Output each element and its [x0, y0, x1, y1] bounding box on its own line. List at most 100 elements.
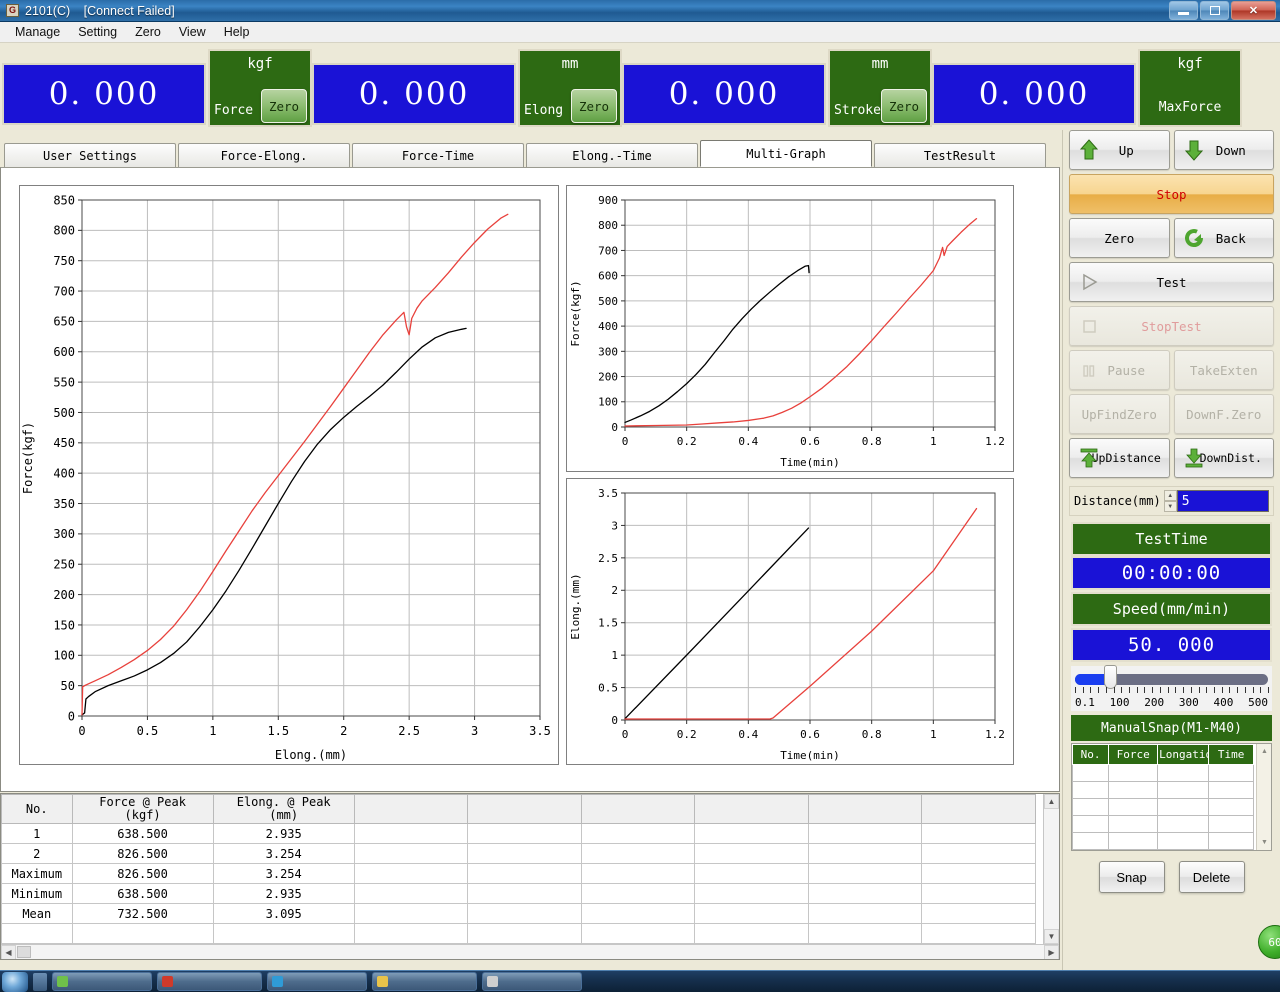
- scroll-up-icon[interactable]: ▲: [1044, 794, 1059, 809]
- speed-slider-thumb[interactable]: [1103, 665, 1117, 689]
- svg-text:3.5: 3.5: [529, 724, 551, 738]
- stepper-down-icon[interactable]: ▼: [1163, 501, 1177, 512]
- results-cell: [353, 823, 469, 844]
- down-distance-button[interactable]: DownDist.: [1173, 438, 1274, 478]
- table-row[interactable]: 1 638.500 2.935: [1, 823, 1036, 844]
- snap-cell: [1108, 815, 1159, 833]
- maximize-button[interactable]: [1200, 1, 1229, 20]
- up-distance-button[interactable]: UpDistance: [1069, 438, 1170, 478]
- slider-label-2: 200: [1144, 696, 1165, 709]
- results-cell: 732.500: [71, 903, 214, 924]
- scroll-thumb[interactable]: [17, 946, 31, 958]
- manual-snap-table: No. Force Longatio Time: [1072, 744, 1254, 850]
- zero-button[interactable]: Zero: [1069, 218, 1170, 258]
- snap-row[interactable]: [1072, 764, 1254, 782]
- pause-bars-icon: [1078, 358, 1100, 382]
- window-title-text: 2101(C): [25, 3, 71, 18]
- tab-elong-time[interactable]: Elong.-Time: [526, 143, 698, 167]
- taskbar-item-2[interactable]: [157, 972, 262, 991]
- snap-row[interactable]: [1072, 832, 1254, 850]
- results-header-cell: Elong. @ Peak (mm): [212, 794, 355, 824]
- maxforce-label: MaxForce: [1158, 100, 1222, 115]
- speed-value: 50. 000: [1071, 628, 1272, 662]
- speed-slider-ticks: [1075, 687, 1269, 695]
- tab-multi-graph[interactable]: Multi-Graph: [700, 140, 872, 167]
- stop-square-icon: [1078, 314, 1100, 338]
- tab-user-settings[interactable]: User Settings: [4, 143, 176, 167]
- menu-manage[interactable]: Manage: [6, 23, 69, 41]
- snap-row[interactable]: [1072, 798, 1254, 816]
- up-button[interactable]: Up: [1069, 130, 1170, 170]
- findzero-row: UpFindZero DownF.Zero: [1069, 394, 1274, 434]
- stroke-zero-button[interactable]: Zero: [881, 89, 927, 123]
- results-table-header-row: No. Force @ Peak (kgf) Elong. @ Peak (mm): [1, 794, 1036, 824]
- svg-text:550: 550: [53, 375, 75, 389]
- table-row[interactable]: Mean 732.500 3.095: [1, 903, 1036, 924]
- take-exten-label: TakeExten: [1189, 362, 1258, 378]
- scroll-left-icon[interactable]: ◀: [1, 945, 16, 959]
- taskbar-item-4[interactable]: [372, 972, 477, 991]
- taskbar-item-5[interactable]: [482, 972, 582, 991]
- snap-button[interactable]: Snap: [1098, 861, 1165, 893]
- tab-force-elong[interactable]: Force-Elong.: [178, 143, 350, 167]
- svg-text:Time(min): Time(min): [780, 749, 840, 762]
- scroll-right-icon[interactable]: ▶: [1044, 945, 1059, 959]
- elong-zero-button[interactable]: Zero: [571, 89, 617, 123]
- svg-text:50: 50: [61, 679, 75, 693]
- menu-setting[interactable]: Setting: [69, 23, 126, 41]
- svg-text:750: 750: [53, 254, 75, 268]
- menu-view[interactable]: View: [170, 23, 215, 41]
- table-row[interactable]: 2 826.500 3.254: [1, 843, 1036, 864]
- distance-input[interactable]: 5: [1176, 490, 1269, 512]
- snap-row[interactable]: [1072, 849, 1254, 850]
- tab-force-time[interactable]: Force-Time: [352, 143, 524, 167]
- manual-snap-title: ManualSnap(M1-M40): [1071, 715, 1272, 741]
- snap-row[interactable]: [1072, 781, 1254, 799]
- stop-button[interactable]: Stop: [1069, 174, 1274, 214]
- menu-help[interactable]: Help: [215, 23, 259, 41]
- snap-cell: [1072, 832, 1110, 850]
- results-cell: [212, 923, 355, 944]
- results-cell: [353, 863, 469, 884]
- test-button[interactable]: Test: [1069, 262, 1274, 302]
- play-triangle-icon: [1078, 270, 1100, 294]
- snap-row[interactable]: [1072, 815, 1254, 833]
- minimize-button[interactable]: [1169, 1, 1198, 20]
- scroll-down-icon[interactable]: ▼: [1044, 929, 1059, 944]
- stepper-up-icon[interactable]: ▲: [1163, 490, 1177, 501]
- results-vertical-scrollbar[interactable]: ▲ ▼: [1043, 794, 1059, 944]
- down-button[interactable]: Down: [1173, 130, 1274, 170]
- snap-cell: [1208, 798, 1254, 816]
- speed-slider-track[interactable]: [1075, 665, 1268, 689]
- svg-text:300: 300: [598, 345, 618, 358]
- down-find-zero-button: DownF.Zero: [1173, 394, 1274, 434]
- results-cell: [580, 863, 696, 884]
- tab-test-result[interactable]: TestResult: [874, 143, 1046, 167]
- taskbar-quicklaunch-icon[interactable]: [33, 972, 47, 991]
- snap-body: [1072, 764, 1254, 850]
- table-row[interactable]: Maximum 826.500 3.254: [1, 863, 1036, 884]
- zero-back-row: Zero Back: [1069, 218, 1274, 258]
- svg-text:0: 0: [611, 421, 618, 434]
- start-button[interactable]: [2, 971, 28, 992]
- snap-scroll-up-icon[interactable]: ▲: [1257, 744, 1271, 759]
- elong-unit: mm: [561, 56, 579, 72]
- snap-scroll-down-icon[interactable]: ▼: [1257, 835, 1271, 850]
- results-cell: [807, 843, 923, 864]
- taskbar-item-1[interactable]: [52, 972, 152, 991]
- svg-text:600: 600: [53, 345, 75, 359]
- svg-text:0.6: 0.6: [800, 728, 820, 741]
- table-row[interactable]: Minimum 638.500 2.935: [1, 883, 1036, 904]
- svg-text:1: 1: [930, 435, 937, 448]
- table-row[interactable]: [1, 923, 1036, 944]
- results-horizontal-scrollbar[interactable]: ◀ ▶: [1, 944, 1059, 959]
- force-zero-button[interactable]: Zero: [261, 89, 307, 123]
- back-button[interactable]: Back: [1173, 218, 1274, 258]
- speed-slider[interactable]: 0.1 100 200 300 400 500: [1071, 665, 1272, 711]
- taskbar-item-3[interactable]: [267, 972, 367, 991]
- close-button[interactable]: ✕: [1231, 1, 1276, 20]
- delete-button[interactable]: Delete: [1178, 861, 1245, 893]
- snap-vertical-scrollbar[interactable]: ▲ ▼: [1256, 744, 1271, 850]
- distance-stepper[interactable]: ▲ ▼: [1163, 490, 1177, 512]
- menu-zero[interactable]: Zero: [126, 23, 170, 41]
